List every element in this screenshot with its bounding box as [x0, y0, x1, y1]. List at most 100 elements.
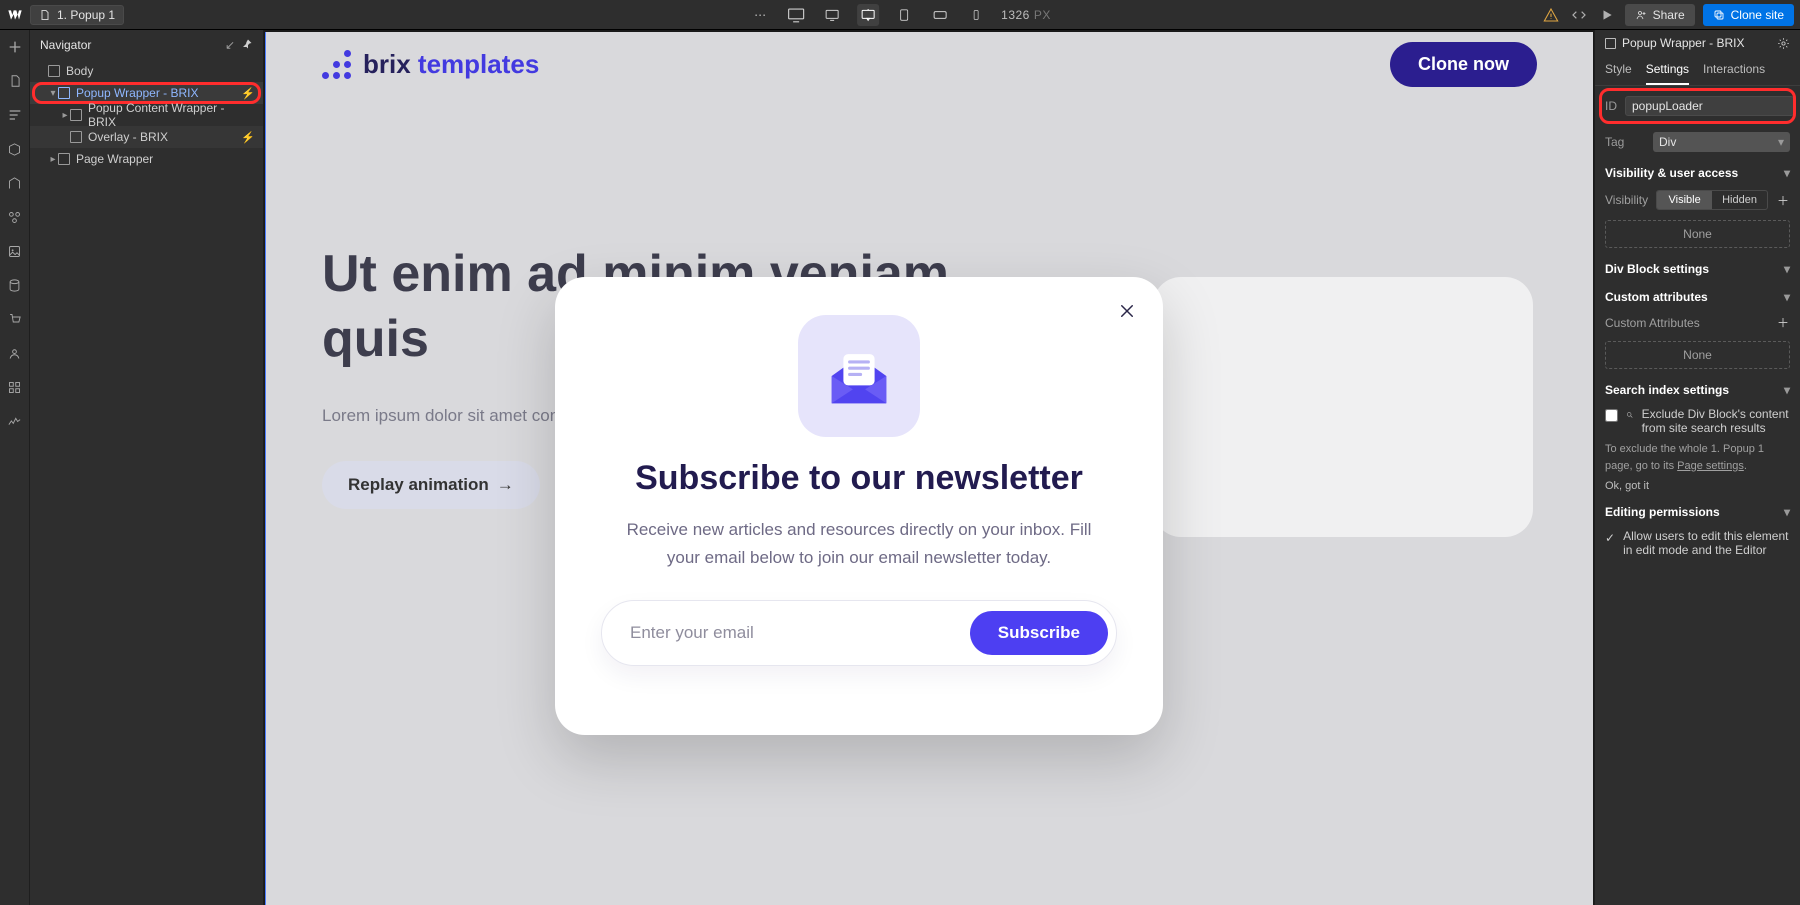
selected-element-header: Popup Wrapper - BRIX [1595, 30, 1800, 56]
close-icon [1118, 302, 1136, 320]
visibility-hidden-option[interactable]: Hidden [1712, 191, 1767, 209]
design-canvas[interactable]: brix templates Clone now Ut enim ad mini… [264, 30, 1594, 905]
popup-subtext[interactable]: Receive new articles and resources direc… [619, 516, 1099, 572]
assets-icon[interactable] [4, 240, 26, 262]
site-brand[interactable]: brix templates [322, 49, 539, 80]
clone-icon [1713, 9, 1725, 21]
tree-row-overlay[interactable]: Overlay - BRIX ⚡ [30, 126, 263, 148]
visibility-label: Visibility [1605, 193, 1648, 207]
tag-select[interactable]: Div ▾ [1653, 132, 1790, 152]
desktop-large-icon[interactable] [785, 4, 807, 26]
more-icon[interactable]: ⋯ [749, 4, 771, 26]
visibility-segmented[interactable]: Visible Hidden [1656, 190, 1768, 210]
site-header: brix templates Clone now [322, 42, 1537, 87]
email-input[interactable] [630, 623, 970, 643]
exclude-checkbox[interactable] [1605, 409, 1618, 422]
navigator-icon[interactable] [4, 104, 26, 126]
tab-interactions[interactable]: Interactions [1703, 56, 1765, 85]
div-icon [1605, 38, 1616, 49]
editing-permissions-row: ✓ Allow users to edit this element in ed… [1595, 525, 1800, 561]
share-button[interactable]: Share [1625, 4, 1695, 26]
settings-tabs: Style Settings Interactions [1595, 56, 1800, 86]
add-attribute-icon[interactable]: ＋ [1776, 314, 1790, 331]
page-name: 1. Popup 1 [57, 8, 115, 22]
tree-row-popup-content-wrapper[interactable]: ▸ Popup Content Wrapper - BRIX [30, 104, 263, 126]
breakpoint-bar: ⋯ 1326PX [749, 4, 1051, 26]
custom-attributes-row: Custom Attributes ＋ [1595, 310, 1800, 335]
page-frame[interactable]: brix templates Clone now Ut enim ad mini… [265, 32, 1593, 905]
chevron-down-icon: ▾ [1784, 166, 1790, 180]
page-selector[interactable]: 1. Popup 1 [30, 5, 124, 25]
components-icon[interactable] [4, 138, 26, 160]
popup-close-button[interactable] [1113, 297, 1141, 325]
section-editing-permissions[interactable]: Editing permissions ▾ [1595, 497, 1800, 525]
id-input[interactable] [1625, 96, 1794, 116]
custom-code-icon[interactable] [1569, 5, 1589, 25]
custom-attributes-none-box[interactable]: None [1605, 341, 1790, 369]
tab-settings[interactable]: Settings [1646, 56, 1689, 85]
tag-field-row: Tag Div ▾ [1595, 126, 1800, 158]
element-settings-gear-icon[interactable] [1777, 37, 1790, 50]
users-icon[interactable] [4, 342, 26, 364]
chevron-down-icon: ▾ [1784, 505, 1790, 519]
replay-animation-button[interactable]: Replay animation → [322, 461, 540, 509]
visibility-row: Visibility Visible Hidden ＋ [1595, 186, 1800, 214]
pin-panel-icon[interactable] [241, 38, 253, 50]
chevron-down-icon: ▾ [1784, 383, 1790, 397]
chevron-down-icon: ▾ [1784, 290, 1790, 304]
navigator-header: Navigator ↙ [30, 30, 263, 60]
desktop-icon[interactable] [821, 4, 843, 26]
audit-icon[interactable] [4, 410, 26, 432]
add-icon[interactable] [4, 36, 26, 58]
add-visibility-condition-icon[interactable]: ＋ [1776, 192, 1790, 209]
section-search-index[interactable]: Search index settings ▾ [1595, 375, 1800, 403]
pages-icon[interactable] [4, 70, 26, 92]
visibility-none-box[interactable]: None [1605, 220, 1790, 248]
variables-icon[interactable] [4, 172, 26, 194]
visibility-visible-option[interactable]: Visible [1657, 191, 1712, 209]
settings-body: ID Tag Div ▾ Visibility & user access ▾ … [1595, 86, 1800, 905]
subscribe-button[interactable]: Subscribe [970, 611, 1108, 655]
navigator-title: Navigator [40, 38, 91, 52]
cms-icon[interactable] [4, 274, 26, 296]
newsletter-popup[interactable]: Subscribe to our newsletter Receive new … [555, 277, 1163, 735]
popup-heading[interactable]: Subscribe to our newsletter [635, 459, 1083, 498]
interaction-bolt-icon: ⚡ [241, 131, 255, 144]
section-divblock[interactable]: Div Block settings ▾ [1595, 254, 1800, 282]
ok-got-it-link[interactable]: Ok, got it [1595, 476, 1800, 497]
clone-site-button[interactable]: Clone site [1703, 4, 1794, 26]
clone-now-button[interactable]: Clone now [1390, 42, 1537, 87]
base-breakpoint-icon[interactable] [857, 4, 879, 26]
tab-style[interactable]: Style [1605, 56, 1632, 85]
navigator-tree: Body ▾ Popup Wrapper - BRIX ⚡ ▸ Popup Co… [30, 60, 263, 170]
tree-row-body[interactable]: Body [30, 60, 263, 82]
chevron-down-icon: ▾ [1778, 135, 1784, 149]
style-manager-icon[interactable] [4, 206, 26, 228]
navigator-panel: Navigator ↙ Body ▾ Popup Wrapper - BRIX … [30, 30, 264, 905]
mobile-portrait-icon[interactable] [965, 4, 987, 26]
webflow-logo-icon[interactable] [6, 6, 24, 24]
id-label: ID [1605, 99, 1617, 113]
right-settings-panel: Popup Wrapper - BRIX Style Settings Inte… [1594, 30, 1800, 905]
search-exclude-icon [1626, 408, 1634, 422]
section-visibility[interactable]: Visibility & user access ▾ [1595, 158, 1800, 186]
id-field-row: ID [1595, 86, 1800, 126]
collapse-panel-icon[interactable]: ↙ [225, 38, 235, 52]
apps-icon[interactable] [4, 376, 26, 398]
preview-icon[interactable] [1597, 5, 1617, 25]
mobile-landscape-icon[interactable] [929, 4, 951, 26]
ecommerce-icon[interactable] [4, 308, 26, 330]
exclude-from-search-row: Exclude Div Block's content from site se… [1595, 403, 1800, 439]
tablet-icon[interactable] [893, 4, 915, 26]
canvas-width-label[interactable]: 1326PX [1001, 8, 1051, 22]
page-settings-link[interactable]: Page settings [1677, 460, 1744, 472]
user-plus-icon [1635, 9, 1647, 21]
custom-attributes-label: Custom Attributes [1605, 316, 1700, 330]
envelope-letter-icon [820, 337, 898, 415]
issues-warning-icon[interactable] [1541, 5, 1561, 25]
topbar-right-cluster: Share Clone site [1541, 4, 1794, 26]
top-bar: 1. Popup 1 ⋯ 1326PX [0, 0, 1800, 30]
mail-badge [798, 315, 920, 437]
tree-row-page-wrapper[interactable]: ▸ Page Wrapper [30, 148, 263, 170]
section-custom-attributes[interactable]: Custom attributes ▾ [1595, 282, 1800, 310]
